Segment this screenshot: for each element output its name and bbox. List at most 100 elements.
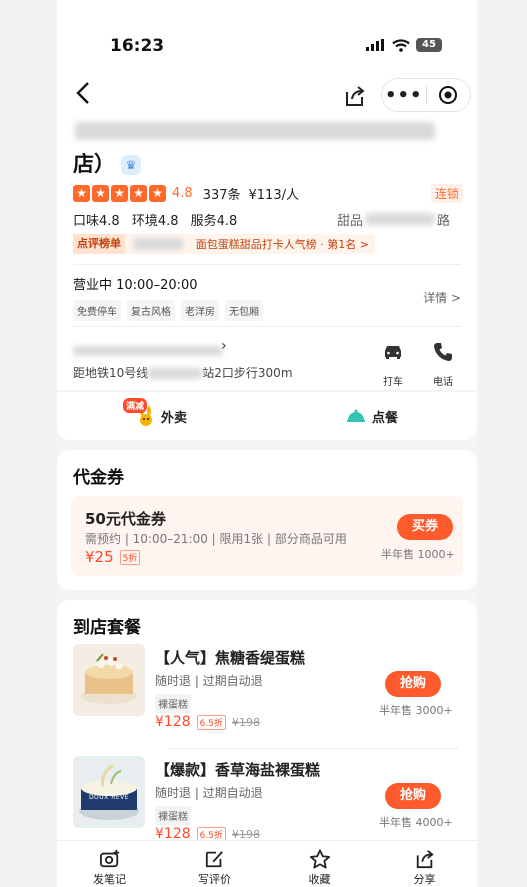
package-rule: 随时退 | 过期自动退: [155, 674, 263, 688]
divider: [57, 390, 477, 392]
target-icon: [439, 86, 458, 104]
shop-area: 路: [437, 214, 451, 229]
nav-bar: •••: [57, 78, 477, 114]
package-old-price: ¥198: [231, 716, 260, 729]
caramel-cake-image: [73, 644, 145, 716]
signal-icon: [366, 39, 384, 51]
package-name: 【人气】焦糖香缇蛋糕: [155, 649, 306, 667]
rating-row: ★ ★ ★ ★ ★ 4.8 337条 ¥113/人: [73, 184, 299, 203]
chain-badge[interactable]: 连锁: [430, 184, 463, 203]
sub-scores: 口味4.8 环境4.8 服务4.8: [73, 210, 245, 229]
package-divider: [169, 748, 459, 749]
write-review-tab[interactable]: 写评价: [162, 841, 267, 887]
taxi-label: 打车: [383, 377, 403, 388]
more-button[interactable]: •••: [382, 85, 426, 106]
star-icon: ★: [111, 185, 128, 202]
crown-icon: ♛: [121, 155, 141, 175]
divider: [73, 264, 461, 265]
camera-plus-icon: [99, 849, 119, 868]
feature-chip: 无包厢: [225, 300, 263, 321]
voucher-section: 代金券 50元代金券 需预约 | 10:00–21:00 | 限用1张 | 部分…: [57, 450, 477, 590]
bottom-tab-bar: 发笔记 写评价 收藏 分享: [57, 840, 477, 887]
voucher-sold: 半年售 1000+: [381, 548, 455, 561]
dine-label: 点餐: [371, 410, 398, 426]
divider: [73, 326, 461, 327]
business-hours: 营业中 10:00–20:00: [73, 278, 198, 293]
package-name: 【爆款】香草海盐裸蛋糕: [155, 761, 321, 779]
discount-badge: 满减: [123, 398, 148, 413]
share-tab[interactable]: 分享: [372, 841, 477, 887]
rating-score: 4.8: [172, 186, 193, 201]
metro-suffix: 站2口步行300m: [202, 366, 293, 380]
mini-program-capsule: •••: [381, 78, 471, 112]
buy-voucher-button[interactable]: 买券: [397, 514, 453, 540]
metro-prefix: 距地铁10号线: [73, 366, 149, 380]
takeout-label: 外卖: [160, 410, 187, 426]
star-outline-icon: [309, 849, 330, 869]
package-item[interactable]: 【人气】焦糖香缇蛋糕 随时退 | 过期自动退 裸蛋糕 ¥128 6.5折 ¥198 …: [71, 644, 463, 749]
avg-price: ¥113/人: [248, 188, 299, 203]
package-tag: 裸蛋糕: [155, 694, 191, 713]
ranking-banner[interactable]: 点评榜单 面包蛋糕甜品打卡人气榜 · 第1名 >: [73, 234, 375, 254]
blurred-address[interactable]: [73, 346, 223, 356]
package-price: ¥128: [155, 714, 191, 730]
package-price-row: ¥128 6.5折 ¥198: [155, 714, 260, 730]
status-icons: 45: [366, 38, 442, 52]
service-tabs: 外卖 满减 点餐: [57, 396, 477, 436]
status-bar: 16:23 45: [57, 0, 477, 80]
phone-button[interactable]: 电话: [423, 340, 463, 388]
phone-icon: [434, 343, 452, 361]
package-sold: 半年售 4000+: [379, 816, 453, 829]
voucher-discount: 5折: [119, 550, 141, 565]
shop-category: 甜品: [337, 214, 364, 229]
back-icon: [76, 82, 89, 104]
feature-chip: 复古风格: [127, 300, 175, 321]
close-capsule-button[interactable]: [427, 85, 471, 105]
write-note-label: 发笔记: [93, 873, 126, 886]
feature-chip: 免费停车: [73, 300, 121, 321]
favorite-label: 收藏: [308, 873, 331, 886]
taxi-button[interactable]: 打车: [373, 340, 413, 388]
package-tag: 裸蛋糕: [155, 806, 191, 825]
back-button[interactable]: [75, 80, 91, 113]
share-label: 分享: [413, 873, 436, 886]
car-icon: [385, 346, 401, 359]
wifi-icon: [392, 38, 410, 52]
cake-image: [73, 644, 145, 716]
package-section-title: 到店套餐: [73, 618, 141, 638]
favorite-tab[interactable]: 收藏: [267, 841, 372, 887]
shop-info-card: 店） ♛ ★ ★ ★ ★ ★ 4.8 337条 ¥113/人 连锁 口味4.8 环…: [57, 114, 477, 440]
grab-button[interactable]: 抢购: [385, 671, 441, 697]
voucher-name: 50元代金券: [85, 510, 166, 528]
cake-image: DOUX RÊVE: [73, 756, 145, 828]
blurred-station: [148, 368, 203, 379]
star-icon: ★: [130, 185, 147, 202]
voucher-item[interactable]: 50元代金券 需预约 | 10:00–21:00 | 限用1张 | 部分商品可用…: [71, 496, 463, 576]
voucher-section-title: 代金券: [73, 468, 124, 488]
shop-detail-page: 16:23 45 ••• 店） ♛ ★ ★ ★ ★ ★ 4.8 337条 ¥11…: [57, 0, 477, 887]
edit-icon: [205, 851, 223, 868]
write-note-tab[interactable]: 发笔记: [57, 841, 162, 887]
voucher-price-row: ¥25 5折: [85, 548, 141, 566]
shop-title: 店） ♛: [73, 148, 141, 178]
battery-icon: 45: [416, 38, 442, 52]
cake-brand-text: DOUX RÊVE: [88, 794, 130, 801]
write-review-label: 写评价: [198, 873, 231, 886]
dine-tab[interactable]: 点餐: [267, 396, 477, 436]
shop-title-text: 店）: [73, 152, 115, 176]
share-icon: [346, 86, 365, 106]
share-button-top[interactable]: [343, 84, 367, 108]
review-count[interactable]: 337条: [203, 184, 241, 203]
feature-chip: 老洋房: [181, 300, 219, 321]
grab-button[interactable]: 抢购: [385, 783, 441, 809]
service-score: 服务4.8: [190, 214, 238, 229]
takeout-tab[interactable]: 外卖 满减: [57, 396, 267, 436]
feature-chips: 免费停车 复古风格 老洋房 无包厢: [73, 300, 263, 321]
details-link[interactable]: 详情 >: [423, 289, 461, 306]
package-rule: 随时退 | 过期自动退: [155, 786, 263, 800]
star-icon: ★: [73, 185, 90, 202]
star-icon: ★: [92, 185, 109, 202]
blurred-rank: [133, 238, 183, 250]
package-discount: 6.5折: [196, 714, 226, 730]
metro-info: 距地铁10号线 站2口步行300m: [73, 364, 293, 381]
